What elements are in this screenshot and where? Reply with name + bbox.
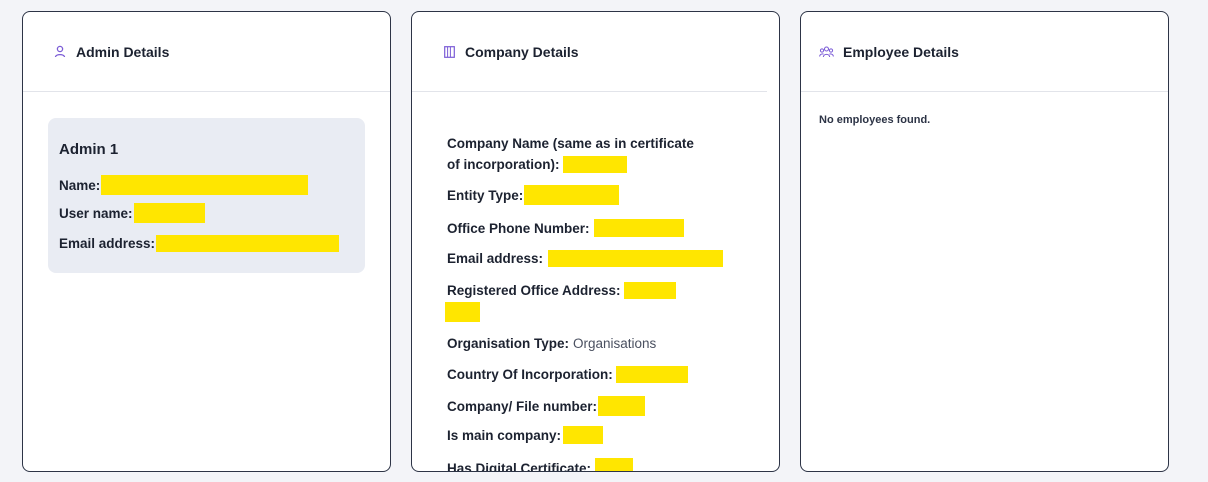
employee-details-card: Employee Details No employees found. (800, 11, 1169, 472)
admin-username-row: User name: (59, 203, 205, 223)
redacted-value (101, 175, 309, 195)
company-name-label: of incorporation): (447, 157, 560, 172)
office-phone-row: Office Phone Number: (447, 219, 684, 237)
admin-email-row: Email address: (59, 235, 340, 252)
company-email-label: Email address: (447, 251, 544, 266)
company-name-row: of incorporation): (447, 156, 628, 173)
redacted-value (598, 396, 646, 416)
redacted-value (593, 219, 684, 237)
company-email-row: Email address: (447, 250, 724, 267)
main-company-label: Is main company: (447, 427, 562, 443)
redacted-value (623, 282, 676, 299)
organisation-type-value: Organisations (573, 336, 657, 351)
redacted-value (524, 185, 620, 205)
digital-certificate-label: Has Digital Certificate: (447, 460, 592, 472)
no-employees-message: No employees found. (819, 114, 931, 126)
company-details-card: Company Details Company Name (same as in… (411, 11, 780, 472)
users-icon (818, 45, 834, 59)
organisation-type-row: Organisation Type: Organisations (447, 336, 656, 351)
admin-details-card: Admin Details Admin 1 Name: User name: E… (22, 11, 391, 472)
file-number-label: Company/ File number: (447, 398, 598, 414)
redacted-value (595, 458, 634, 471)
user-icon (53, 45, 67, 59)
admin-email-label: Email address: (59, 236, 156, 251)
redacted-value (445, 302, 480, 322)
admin-heading: Admin 1 (59, 141, 119, 158)
file-number-row: Company/ File number: (447, 396, 646, 416)
admin-details-header: Admin Details (23, 12, 390, 92)
organisation-type-label: Organisation Type: (447, 336, 570, 351)
entity-type-label: Entity Type: (447, 187, 524, 203)
admin-name-label: Name: (59, 177, 101, 193)
digital-certificate-row: Has Digital Certificate: (447, 458, 634, 472)
entity-type-row: Entity Type: (447, 185, 620, 205)
admin-details-title: Admin Details (76, 43, 170, 60)
country-row: Country Of Incorporation: (447, 366, 688, 383)
main-company-row: Is main company: (447, 426, 604, 444)
employee-details-header: Employee Details (801, 12, 1168, 92)
redacted-value (548, 250, 724, 267)
admin-username-label: User name: (59, 205, 133, 221)
building-icon (442, 45, 456, 59)
admin-name-row: Name: (59, 175, 309, 195)
redacted-value (563, 426, 604, 444)
employee-details-title: Employee Details (843, 43, 959, 60)
company-name-label-line1: Company Name (same as in certificate (447, 136, 694, 151)
registered-office-row: Registered Office Address: (447, 282, 676, 299)
redacted-value (615, 366, 688, 383)
admin-entry: Admin 1 Name: User name: Email address: (48, 118, 365, 273)
country-label: Country Of Incorporation: (447, 367, 613, 382)
office-phone-label: Office Phone Number: (447, 220, 590, 236)
registered-office-label: Registered Office Address: (447, 283, 621, 298)
company-details-header: Company Details (412, 12, 767, 92)
redacted-value (133, 203, 205, 223)
redacted-value (563, 156, 628, 173)
redacted-value (156, 235, 340, 252)
company-details-title: Company Details (465, 43, 579, 60)
